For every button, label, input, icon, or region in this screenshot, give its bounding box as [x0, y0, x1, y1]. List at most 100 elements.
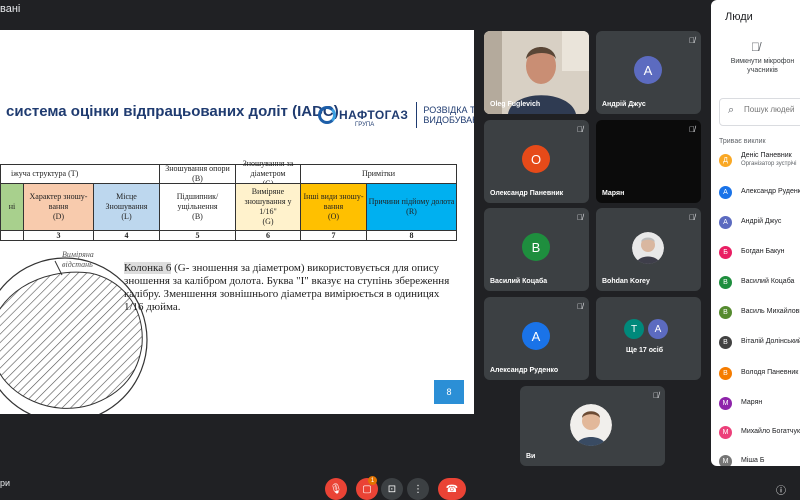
person-avatar: А [719, 215, 732, 229]
person-row[interactable]: В Володя Паневник [719, 364, 800, 382]
highlighted-text: Колонка 6 [124, 262, 172, 274]
slide-body-text: Колонка 6 (G- зношення за діаметром) вик… [124, 262, 454, 314]
person-name: Марян [741, 399, 763, 406]
person-avatar: В [719, 275, 732, 289]
meeting-code: ри [0, 478, 11, 488]
body-text: (G- зношення за діаметром) використовуєт… [124, 262, 450, 313]
participant-photo [632, 232, 664, 264]
person-role: Організатор зустрічі [741, 161, 797, 167]
num-cell [0, 230, 24, 241]
person-row[interactable]: А Александр Руденко [719, 183, 800, 201]
mic-toggle-button[interactable]: 🎙 [325, 478, 347, 500]
person-name: Василь Михайлович [741, 308, 800, 315]
person-avatar: А [719, 185, 732, 199]
person-name: Деніс Паневник [741, 152, 792, 159]
header-group-remarks: Примітки [300, 164, 457, 184]
participant-avatar: В [522, 233, 550, 261]
num-cell: 4 [93, 230, 160, 241]
participant-name: Oleg Fuglevich [490, 101, 541, 108]
participant-tile[interactable]: 🎙̸ Bohdan Korey [596, 208, 701, 291]
person-avatar: В [719, 335, 732, 349]
person-row[interactable]: М Міша Б [719, 452, 800, 466]
drawing-label: Виміряна відстань [62, 250, 94, 269]
participant-tile[interactable]: 🎙̸ Марян [596, 120, 701, 203]
person-name: Міша Б [741, 457, 765, 464]
col-location: Місце Зношування (L) [93, 183, 160, 231]
col-dull-char: Характер зношу-вання (D) [23, 183, 94, 231]
more-participants-tile[interactable]: T A Ще 17 осіб [596, 297, 701, 380]
person-avatar: В [719, 305, 732, 319]
info-button[interactable]: ⓘ [770, 478, 792, 500]
person-row[interactable]: В Василь Михайлович [719, 303, 800, 321]
participant-name: Василий Коцаба [490, 278, 548, 285]
people-search: ⌕ [719, 98, 800, 126]
mute-all-button[interactable]: 🎙̸ Вимкнути мікрофон учасників [711, 40, 800, 75]
person-name: Андрій Джус [741, 218, 782, 225]
participant-avatar: О [522, 145, 550, 173]
brand-tagline-line1: РОЗВІДКА ТА [423, 105, 474, 115]
brand-sub: ГРУПА [355, 122, 375, 128]
person-avatar: Д [719, 153, 732, 167]
mic-off-icon: 🎙̸ [653, 391, 659, 400]
self-photo [570, 404, 612, 446]
mic-off-icon: 🎙̸ [689, 125, 695, 134]
section-header: Триває виклик [719, 138, 766, 145]
person-row[interactable]: В Віталій Долінський [719, 333, 800, 351]
participant-tile[interactable]: 🎙̸ О Олександр Паневник [484, 120, 589, 203]
col-inner-rows: ні [0, 183, 24, 231]
info-icon: ⓘ [776, 485, 786, 497]
person-name: Богдан Бакун [741, 248, 785, 255]
meeting-title: вані [0, 3, 21, 15]
header-group-bearing: Зношування опори (B) [159, 164, 236, 184]
participant-tile[interactable]: Oleg Fuglevich [484, 31, 589, 114]
person-row[interactable]: Д Деніс Паневник Організатор зустрічі [719, 151, 800, 169]
person-row[interactable]: А Андрій Джус [719, 213, 800, 231]
participant-avatar: А [634, 56, 662, 84]
person-name: Михайло Богатчук [741, 428, 800, 435]
presentation-slide: система оцінки відпрацьованих доліт (IAD… [0, 30, 474, 414]
search-input[interactable] [744, 105, 800, 114]
present-button[interactable]: ⊡ [381, 478, 403, 500]
more-vert-icon: ⋮ [413, 483, 423, 495]
brand-logo: НАФТОГАЗ ГРУПА РОЗВІДКА ТА ВИДОБУВАННЯ [318, 102, 474, 128]
participant-tile[interactable]: 🎙̸ А Александр Руденко [484, 297, 589, 380]
iadc-table: іжуча структура (T) Зношування опори (B) … [0, 159, 460, 242]
person-avatar: В [719, 366, 732, 380]
person-row[interactable]: М Марян [719, 394, 800, 412]
brand-mark-icon [318, 106, 336, 124]
brand-divider [416, 102, 418, 128]
person-avatar: М [719, 454, 732, 466]
search-icon: ⌕ [728, 104, 735, 116]
mic-off-icon: 🎙 [329, 483, 343, 495]
header-group-gauge: Зношування за діаметром(G) [235, 159, 301, 188]
participant-tile[interactable]: 🎙̸ А Андрій Джус [596, 31, 701, 114]
person-avatar: Б [719, 245, 732, 259]
slide-title: система оцінки відпрацьованих доліт (IAD… [6, 103, 339, 120]
mute-all-label: Вимкнути мікрофон учасників [730, 58, 795, 74]
self-tile[interactable]: 🎙̸ Ви [520, 386, 665, 466]
more-options-button[interactable]: ⋮ [407, 478, 429, 500]
col-bearing-seal: Підшипник/ ущільнення (B) [159, 183, 236, 231]
mic-off-icon: 🎙̸ [577, 302, 583, 311]
num-cell: 5 [159, 230, 236, 241]
num-cell: 6 [235, 230, 301, 241]
participant-name: Олександр Паневник [490, 190, 564, 197]
top-bar: вані [0, 0, 705, 22]
person-name: Василий Коцаба [741, 278, 795, 285]
slide-page-number: 8 [434, 380, 464, 404]
mic-off-icon: 🎙̸ [577, 213, 583, 222]
person-row[interactable]: М Михайло Богатчук [719, 423, 800, 441]
participant-tile[interactable]: 🎙̸ В Василий Коцаба [484, 208, 589, 291]
mic-off-icon: 🎙̸ [689, 213, 695, 222]
participant-name: Ви [526, 453, 536, 460]
leave-call-button[interactable]: ☎ [438, 478, 466, 500]
num-cell: 7 [300, 230, 367, 241]
brand-tagline-line2: ВИДОБУВАННЯ [423, 115, 474, 125]
person-row[interactable]: Б Богдан Бакун [719, 243, 800, 261]
person-row[interactable]: В Василий Коцаба [719, 273, 800, 291]
panel-title: Люди [725, 11, 753, 23]
mic-off-icon: 🎙̸ [577, 125, 583, 134]
person-avatar: М [719, 425, 732, 439]
present-icon: ⊡ [387, 483, 397, 495]
notification-badge: 1 [368, 476, 377, 485]
